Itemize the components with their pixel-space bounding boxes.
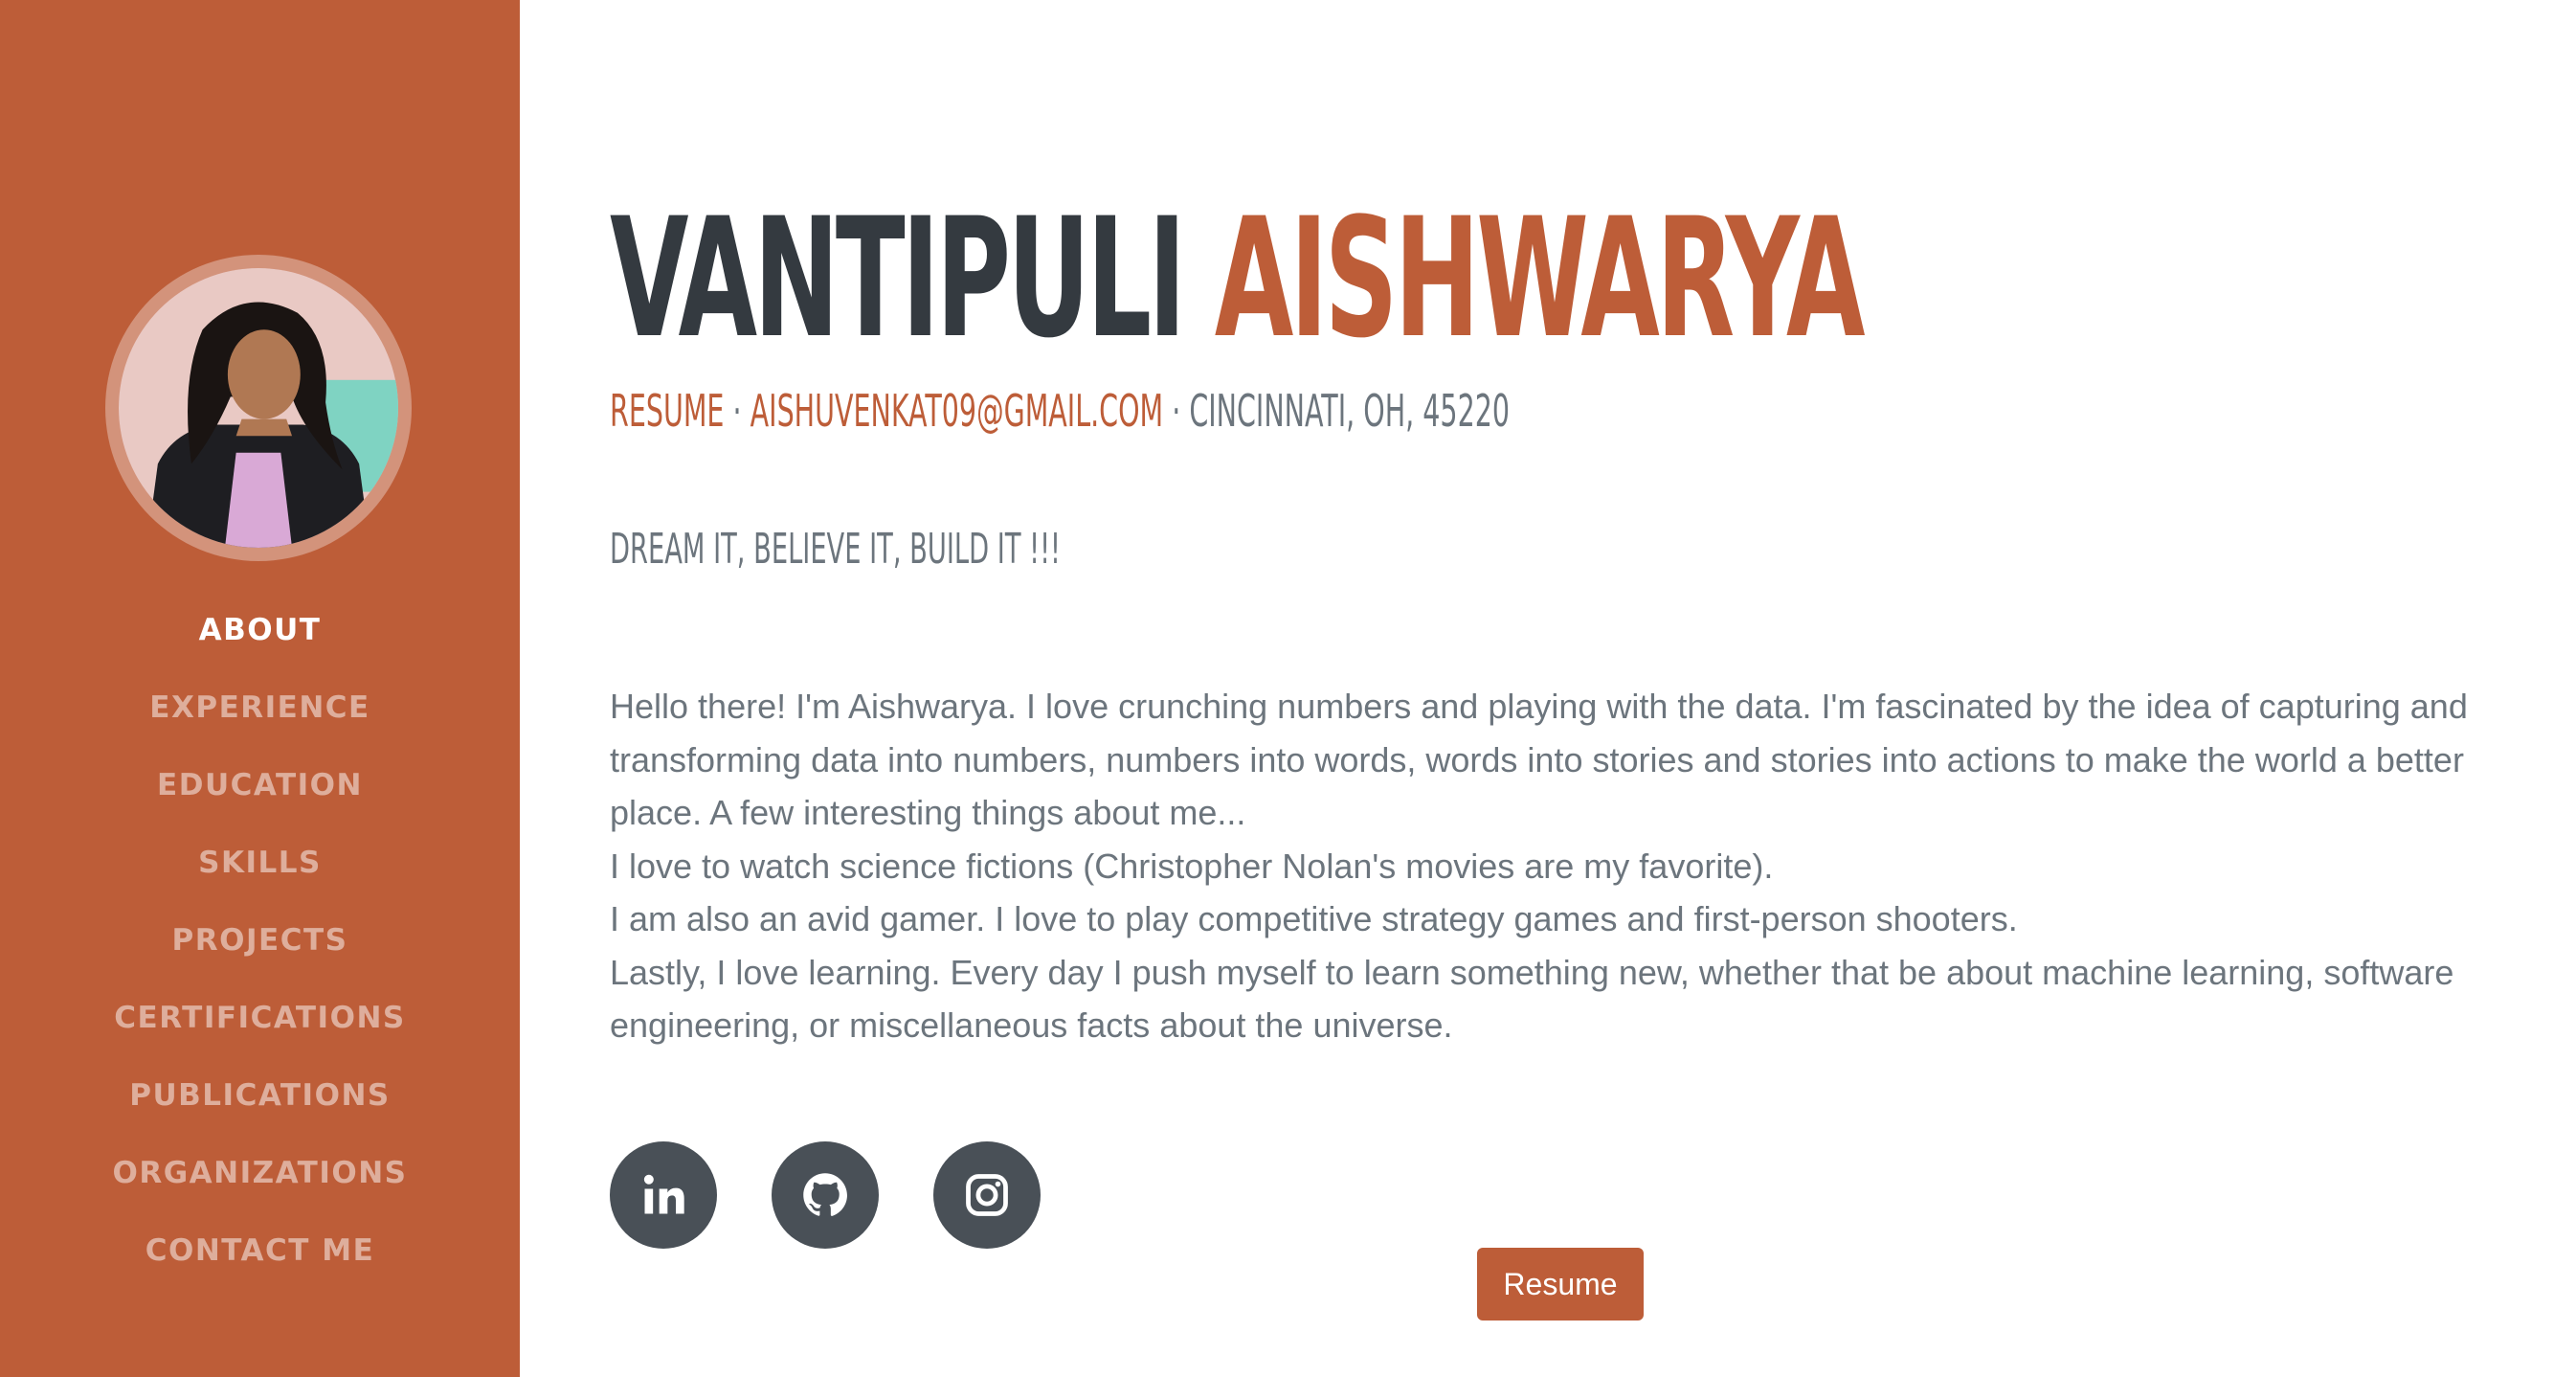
bio-paragraph: I am also an avid gamer. I love to play … [610,899,2018,938]
separator: · [724,385,750,437]
linkedin-button[interactable] [610,1141,717,1249]
nav-item-skills[interactable]: SKILLS [0,846,520,880]
instagram-icon [966,1174,1008,1216]
nav-item-organizations[interactable]: ORGANIZATIONS [0,1156,520,1190]
location: CINCINNATI, OH, 45220 [1189,385,1511,437]
linkedin-icon [643,1174,684,1214]
tagline: DREAM IT, BELIEVE IT, BUILD IT !!! [610,525,1061,574]
bio-paragraph: Lastly, I love learning. Every day I pus… [610,952,2454,1046]
github-button[interactable] [772,1141,879,1249]
bio-paragraph: I love to watch science fictions (Christ… [610,846,1774,886]
page-title: VANTIPULI AISHWARYA [610,196,1866,361]
separator: · [1163,385,1190,437]
email-link[interactable]: AISHUVENKAT09@GMAIL.COM [750,385,1163,437]
nav-item-publications[interactable]: PUBLICATIONS [0,1078,520,1113]
nav-item-certifications[interactable]: CERTIFICATIONS [0,1001,520,1035]
resume-link[interactable]: RESUME [610,385,724,437]
first-name: VANTIPULI [610,182,1186,374]
bio-paragraph: Hello there! I'm Aishwarya. I love crunc… [610,687,2468,832]
main-content: VANTIPULI AISHWARYA RESUME · AISHUVENKAT… [520,0,2576,1377]
github-icon [803,1173,847,1216]
contact-line: RESUME · AISHUVENKAT09@GMAIL.COM · CINCI… [610,389,1510,433]
last-name: AISHWARYA [1214,182,1866,374]
nav-item-education[interactable]: EDUCATION [0,768,520,802]
instagram-button[interactable] [933,1141,1041,1249]
nav-item-experience[interactable]: EXPERIENCE [0,690,520,725]
nav-item-contact-me[interactable]: CONTACT ME [0,1233,520,1268]
nav-item-projects[interactable]: PROJECTS [0,923,520,958]
nav-item-about[interactable]: ABOUT [0,613,520,647]
profile-photo [105,255,412,561]
bio: Hello there! I'm Aishwarya. I love crunc… [610,680,2486,1052]
sidebar: ABOUT EXPERIENCE EDUCATION SKILLS PROJEC… [0,0,520,1377]
resume-button[interactable]: Resume [1477,1248,1644,1321]
